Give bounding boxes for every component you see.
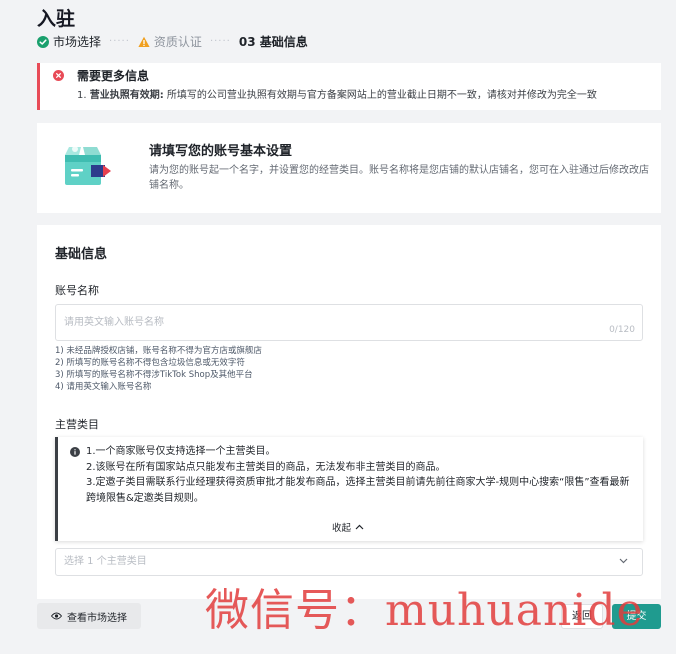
step-divider: ····· [109,36,130,47]
page-header: 入驻 市场选择 ····· 资质认证 ····· 03 基础信息 [37,6,667,49]
account-setup-card: 请填写您的账号基本设置 请为您的账号起一个名字，并设置您的经营类目。账号名称将是… [37,123,661,213]
basic-info-card: 基础信息 账号名称 0/120 1) 未经品牌授权店铺，账号名称不得为官方店或旗… [37,225,661,599]
stepper: 市场选择 ····· 资质认证 ····· 03 基础信息 [37,35,308,49]
hint-item: 3) 所填写的账号名称不得涉TikTok Shop及其他平台 [55,370,253,380]
main-category-select[interactable]: 选择 1 个主营类目 [55,548,643,576]
view-market-selection-button[interactable]: 查看市场选择 [37,603,141,629]
check-circle-icon [37,36,49,48]
step-market-selection[interactable]: 市场选择 [37,35,101,49]
error-banner: 需要更多信息 1. 营业执照有效期: 所填写的公司营业执照有效期与官方备案网站上… [37,63,661,110]
submit-button[interactable]: 提交 [612,604,661,629]
step-divider: ····· [209,36,231,47]
select-placeholder: 选择 1 个主营类目 [64,556,147,567]
store-box-illustration-icon [65,146,111,185]
notice-line: 2.该账号在所有国家站点只能发布主营类目的商品，无法发布非主营类目的商品。 [86,461,446,473]
warning-icon [138,36,150,47]
setup-title: 请填写您的账号基本设置 [149,144,293,159]
collapse-button[interactable]: 收起 [332,520,364,534]
notice-line: 1.一个商家账号仅支持选择一个主营类目。 [86,446,276,457]
step-label: 资质认证 [153,35,202,49]
notice-line: 3.定邀子类目需联系行业经理获得资质审批才能发布商品，选择主营类目前请先前往商家… [86,477,630,504]
section-title: 基础信息 [55,247,108,262]
char-counter: 0/120 [609,325,635,335]
error-field-label: 营业执照有效期: [89,90,164,101]
error-circle-icon [53,70,64,81]
chevron-up-icon [355,524,364,530]
hint-item: 2) 所填写的账号名称不得包含垃圾信息或无效字符 [55,358,245,368]
error-message: 1. 营业执照有效期: 所填写的公司营业执照有效期与官方备案网站上的营业截止日期… [77,90,597,101]
account-name-hints: 1) 未经品牌授权店铺，账号名称不得为官方店或旗舰店 2) 所填写的账号名称不得… [55,345,262,393]
chevron-down-icon [619,558,628,564]
account-name-input[interactable] [55,304,643,341]
category-notice: 1.一个商家账号仅支持选择一个主营类目。 2.该账号在所有国家站点只能发布主营类… [55,437,643,541]
page-title: 入驻 [37,8,76,30]
hint-item: 1) 未经品牌授权店铺，账号名称不得为官方店或旗舰店 [55,346,262,356]
view-market-label: 查看市场选择 [67,612,127,624]
back-button[interactable]: 返回 [561,604,603,629]
main-category-label: 主营类目 [55,418,99,431]
hint-item: 4) 请用英文输入账号名称 [55,382,152,392]
notice-text: 1.一个商家账号仅支持选择一个主营类目。 2.该账号在所有国家站点只能发布主营类… [86,444,634,506]
step-qualification[interactable]: 资质认证 [138,35,202,49]
step-label: 03 基础信息 [238,35,308,49]
error-title: 需要更多信息 [77,69,150,83]
info-circle-icon [70,447,80,457]
eye-icon [51,612,62,620]
account-name-label: 账号名称 [55,284,99,297]
step-label: 市场选择 [53,35,102,49]
collapse-label: 收起 [332,523,352,534]
setup-description: 请为您的账号起一个名字，并设置您的经营类目。账号名称将是您店铺的默认店铺名，您可… [149,165,649,191]
step-basic-info: 03 基础信息 [239,35,308,49]
